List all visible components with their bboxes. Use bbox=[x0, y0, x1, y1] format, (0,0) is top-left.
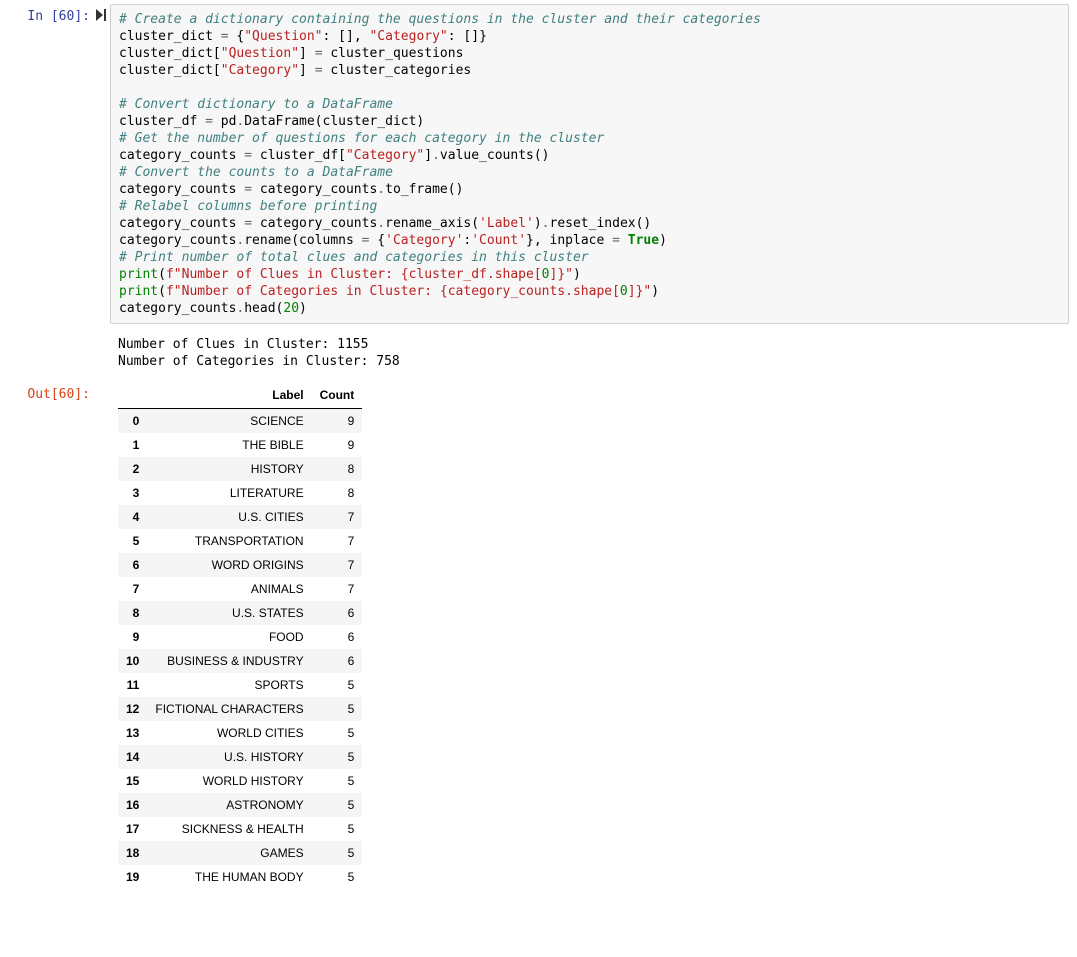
table-row: 7ANIMALS7 bbox=[118, 577, 362, 601]
table-cell: SPORTS bbox=[147, 673, 311, 697]
table-cell: 7 bbox=[312, 529, 363, 553]
table-cell: 8 bbox=[312, 457, 363, 481]
table-row: 10BUSINESS & INDUSTRY6 bbox=[118, 649, 362, 673]
table-row: 9FOOD6 bbox=[118, 625, 362, 649]
notebook-output-row: Out[60]: LabelCount 0SCIENCE91THE BIBLE9… bbox=[0, 378, 1077, 901]
table-cell: WORD ORIGINS bbox=[147, 553, 311, 577]
row-index: 14 bbox=[118, 745, 147, 769]
empty-prompt bbox=[0, 332, 94, 337]
table-row: 4U.S. CITIES7 bbox=[118, 505, 362, 529]
table-cell: U.S. HISTORY bbox=[147, 745, 311, 769]
stdout-output: Number of Clues in Cluster: 1155 Number … bbox=[110, 332, 1077, 374]
table-cell: FOOD bbox=[147, 625, 311, 649]
table-row: 0SCIENCE9 bbox=[118, 409, 362, 434]
table-column-header bbox=[118, 382, 147, 409]
table-row: 14U.S. HISTORY5 bbox=[118, 745, 362, 769]
row-index: 19 bbox=[118, 865, 147, 889]
table-cell: 5 bbox=[312, 697, 363, 721]
table-cell: 5 bbox=[312, 745, 363, 769]
table-row: 1THE BIBLE9 bbox=[118, 433, 362, 457]
table-cell: 9 bbox=[312, 409, 363, 434]
table-header-row: LabelCount bbox=[118, 382, 362, 409]
table-row: 5TRANSPORTATION7 bbox=[118, 529, 362, 553]
table-cell: SCIENCE bbox=[147, 409, 311, 434]
input-prompt: In [60]: bbox=[0, 4, 94, 24]
table-row: 3LITERATURE8 bbox=[118, 481, 362, 505]
row-index: 17 bbox=[118, 817, 147, 841]
table-row: 16ASTRONOMY5 bbox=[118, 793, 362, 817]
row-index: 0 bbox=[118, 409, 147, 434]
table-row: 18GAMES5 bbox=[118, 841, 362, 865]
table-cell: 6 bbox=[312, 601, 363, 625]
row-index: 18 bbox=[118, 841, 147, 865]
table-cell: 8 bbox=[312, 481, 363, 505]
table-cell: U.S. STATES bbox=[147, 601, 311, 625]
dataframe-table: LabelCount 0SCIENCE91THE BIBLE92HISTORY8… bbox=[118, 382, 362, 889]
table-cell: 9 bbox=[312, 433, 363, 457]
notebook-stdout-row: Number of Clues in Cluster: 1155 Number … bbox=[0, 328, 1077, 378]
table-row: 15WORLD HISTORY5 bbox=[118, 769, 362, 793]
row-index: 5 bbox=[118, 529, 147, 553]
row-index: 10 bbox=[118, 649, 147, 673]
table-cell: 5 bbox=[312, 841, 363, 865]
row-index: 13 bbox=[118, 721, 147, 745]
table-cell: 5 bbox=[312, 721, 363, 745]
table-row: 8U.S. STATES6 bbox=[118, 601, 362, 625]
table-cell: SICKNESS & HEALTH bbox=[147, 817, 311, 841]
table-cell: 7 bbox=[312, 553, 363, 577]
table-cell: ANIMALS bbox=[147, 577, 311, 601]
row-index: 7 bbox=[118, 577, 147, 601]
row-index: 8 bbox=[118, 601, 147, 625]
dataframe-output: LabelCount 0SCIENCE91THE BIBLE92HISTORY8… bbox=[110, 382, 1077, 897]
row-index: 12 bbox=[118, 697, 147, 721]
table-cell: 7 bbox=[312, 505, 363, 529]
row-index: 3 bbox=[118, 481, 147, 505]
table-cell: 5 bbox=[312, 817, 363, 841]
run-cell-icon[interactable] bbox=[94, 4, 110, 24]
table-column-header: Label bbox=[147, 382, 311, 409]
table-cell: 5 bbox=[312, 673, 363, 697]
output-prompt: Out[60]: bbox=[0, 382, 94, 402]
table-row: 11SPORTS5 bbox=[118, 673, 362, 697]
notebook-input-cell: In [60]: # Create a dictionary containin… bbox=[0, 0, 1077, 328]
code-input[interactable]: # Create a dictionary containing the que… bbox=[110, 4, 1069, 324]
table-cell: ASTRONOMY bbox=[147, 793, 311, 817]
table-row: 19THE HUMAN BODY5 bbox=[118, 865, 362, 889]
table-cell: 6 bbox=[312, 625, 363, 649]
table-cell: 5 bbox=[312, 793, 363, 817]
row-index: 4 bbox=[118, 505, 147, 529]
row-index: 9 bbox=[118, 625, 147, 649]
table-cell: GAMES bbox=[147, 841, 311, 865]
table-row: 6WORD ORIGINS7 bbox=[118, 553, 362, 577]
row-index: 2 bbox=[118, 457, 147, 481]
row-index: 16 bbox=[118, 793, 147, 817]
table-cell: U.S. CITIES bbox=[147, 505, 311, 529]
table-cell: HISTORY bbox=[147, 457, 311, 481]
table-cell: 5 bbox=[312, 865, 363, 889]
table-cell: BUSINESS & INDUSTRY bbox=[147, 649, 311, 673]
table-cell: THE HUMAN BODY bbox=[147, 865, 311, 889]
table-row: 17SICKNESS & HEALTH5 bbox=[118, 817, 362, 841]
row-index: 6 bbox=[118, 553, 147, 577]
row-index: 15 bbox=[118, 769, 147, 793]
table-cell: LITERATURE bbox=[147, 481, 311, 505]
table-cell: FICTIONAL CHARACTERS bbox=[147, 697, 311, 721]
table-row: 12FICTIONAL CHARACTERS5 bbox=[118, 697, 362, 721]
table-cell: WORLD HISTORY bbox=[147, 769, 311, 793]
table-cell: THE BIBLE bbox=[147, 433, 311, 457]
table-cell: TRANSPORTATION bbox=[147, 529, 311, 553]
table-column-header: Count bbox=[312, 382, 363, 409]
row-index: 11 bbox=[118, 673, 147, 697]
table-cell: 5 bbox=[312, 769, 363, 793]
table-cell: 7 bbox=[312, 577, 363, 601]
table-row: 13WORLD CITIES5 bbox=[118, 721, 362, 745]
table-cell: WORLD CITIES bbox=[147, 721, 311, 745]
row-index: 1 bbox=[118, 433, 147, 457]
table-cell: 6 bbox=[312, 649, 363, 673]
table-row: 2HISTORY8 bbox=[118, 457, 362, 481]
